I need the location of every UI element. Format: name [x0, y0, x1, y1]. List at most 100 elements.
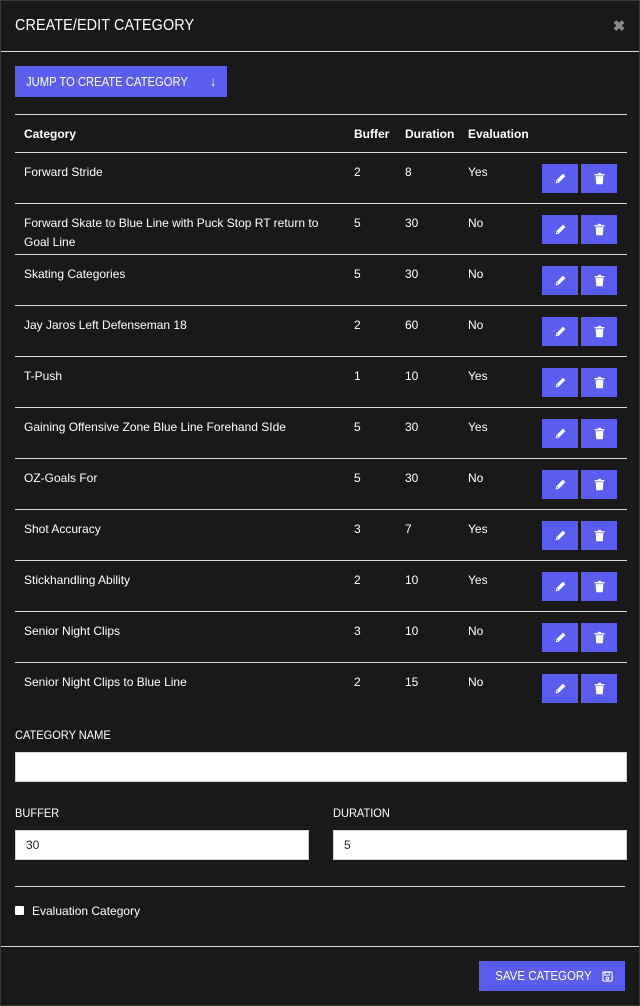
row-actions	[529, 673, 627, 703]
cell-category: OZ-Goals For	[24, 471, 98, 485]
modal-title: CREATE/EDIT CATEGORY	[15, 17, 195, 34]
edit-icon	[554, 325, 567, 338]
table-row: Forward Skate to Blue Line with Puck Sto…	[15, 204, 627, 255]
delete-button[interactable]	[581, 622, 617, 652]
cell-evaluation: No	[468, 216, 484, 230]
cell-buffer: 2	[354, 573, 361, 587]
cell-evaluation: Yes	[468, 522, 488, 536]
delete-button[interactable]	[581, 673, 617, 703]
edit-button[interactable]	[542, 163, 578, 193]
cell-duration: 10	[405, 624, 419, 638]
save-button-label: SAVE CATEGORY	[495, 969, 592, 983]
delete-button[interactable]	[581, 265, 617, 295]
cell-duration: 10	[405, 573, 419, 587]
row-actions	[529, 571, 627, 601]
category-form: CATEGORY NAME BUFFER DURATION Evaluation…	[15, 727, 627, 919]
cell-buffer: 3	[354, 522, 361, 536]
edit-button[interactable]	[542, 214, 578, 244]
cell-category: Gaining Offensive Zone Blue Line Forehan…	[24, 420, 286, 434]
delete-button[interactable]	[581, 418, 617, 448]
edit-icon	[554, 223, 567, 236]
row-actions	[529, 316, 627, 346]
cell-evaluation: No	[468, 675, 484, 689]
table-row: Senior Night Clips 3 10 No	[15, 612, 627, 663]
save-icon	[602, 970, 613, 982]
evaluation-category-checkbox[interactable]	[15, 906, 24, 915]
cell-category: Forward Skate to Blue Line with Puck Sto…	[24, 216, 319, 249]
edit-button[interactable]	[542, 367, 578, 397]
cell-actions	[529, 612, 627, 663]
trash-icon	[593, 172, 606, 185]
cell-category: Senior Night Clips	[24, 624, 121, 638]
evaluation-category-label: Evaluation Category	[32, 903, 141, 918]
trash-icon	[593, 682, 606, 695]
table-row: Jay Jaros Left Defenseman 18 2 60 No	[15, 306, 627, 357]
buffer-duration-row: BUFFER DURATION	[15, 806, 627, 860]
edit-button[interactable]	[542, 418, 578, 448]
cell-category: Forward Stride	[24, 165, 103, 179]
category-name-input[interactable]	[15, 751, 627, 782]
row-actions	[529, 265, 627, 295]
cell-evaluation: Yes	[468, 165, 488, 179]
delete-button[interactable]	[581, 520, 617, 550]
edit-button[interactable]	[542, 469, 578, 499]
cell-actions	[529, 408, 627, 459]
cell-buffer: 2	[354, 165, 361, 179]
trash-icon	[593, 478, 606, 491]
cell-category: T-Push	[24, 369, 63, 383]
edit-icon	[554, 376, 567, 389]
cell-actions	[529, 663, 627, 714]
delete-button[interactable]	[581, 469, 617, 499]
modal-header: CREATE/EDIT CATEGORY ✖	[1, 1, 639, 52]
delete-button[interactable]	[581, 163, 617, 193]
category-name-label: CATEGORY NAME	[15, 727, 111, 742]
delete-button[interactable]	[581, 571, 617, 601]
delete-button[interactable]	[581, 316, 617, 346]
row-actions	[529, 214, 627, 244]
cell-buffer: 5	[354, 420, 361, 434]
edit-icon	[554, 478, 567, 491]
edit-icon	[554, 682, 567, 695]
edit-icon	[554, 580, 567, 593]
categories-table: Category Buffer Duration Evaluation Forw…	[15, 114, 627, 714]
table-row: Forward Stride 2 8 Yes	[15, 153, 627, 204]
cell-actions	[529, 561, 627, 612]
cell-category: Stickhandling Ability	[24, 573, 131, 587]
table-row: Skating Categories 5 30 No	[15, 255, 627, 306]
edit-icon	[554, 529, 567, 542]
edit-button[interactable]	[542, 520, 578, 550]
cell-category: Jay Jaros Left Defenseman 18	[24, 318, 187, 332]
save-category-button[interactable]: SAVE CATEGORY	[479, 961, 625, 991]
trash-icon	[593, 223, 606, 236]
cell-buffer: 2	[354, 318, 361, 332]
edit-icon	[554, 427, 567, 440]
cell-evaluation: No	[468, 471, 484, 485]
delete-button[interactable]	[581, 214, 617, 244]
duration-input[interactable]	[333, 829, 627, 860]
edit-button[interactable]	[542, 265, 578, 295]
cell-evaluation: No	[468, 267, 484, 281]
trash-icon	[593, 580, 606, 593]
jump-to-create-category-button[interactable]: JUMP TO CREATE CATEGORY ↓	[15, 66, 228, 97]
cell-duration: 30	[405, 420, 419, 434]
trash-icon	[593, 631, 606, 644]
edit-icon	[554, 631, 567, 644]
header-category: Category	[24, 126, 77, 141]
edit-button[interactable]	[542, 673, 578, 703]
cell-actions	[529, 255, 627, 306]
cell-duration: 30	[405, 216, 419, 230]
edit-icon	[554, 274, 567, 287]
buffer-input[interactable]	[15, 829, 309, 860]
close-icon[interactable]: ✖	[612, 19, 626, 34]
header-buffer: Buffer	[354, 126, 390, 141]
edit-button[interactable]	[542, 571, 578, 601]
create-edit-category-modal: CREATE/EDIT CATEGORY ✖ JUMP TO CREATE CA…	[0, 0, 640, 1006]
cell-actions	[529, 357, 627, 408]
form-divider	[15, 885, 625, 887]
edit-button[interactable]	[542, 622, 578, 652]
cell-actions	[529, 306, 627, 357]
cell-buffer: 5	[354, 267, 361, 281]
trash-icon	[593, 529, 606, 542]
delete-button[interactable]	[581, 367, 617, 397]
edit-button[interactable]	[542, 316, 578, 346]
